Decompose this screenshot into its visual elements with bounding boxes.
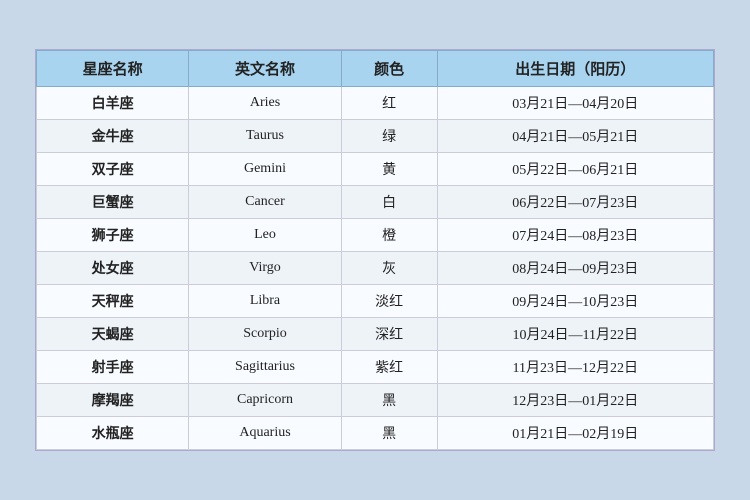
cell-color: 黄 [341, 153, 437, 186]
header-color: 颜色 [341, 51, 437, 87]
table-row: 天蝎座Scorpio深红10月24日—11月22日 [37, 318, 714, 351]
cell-chinese-name: 狮子座 [37, 219, 189, 252]
cell-chinese-name: 天秤座 [37, 285, 189, 318]
cell-english-name: Virgo [189, 252, 341, 285]
cell-dates: 08月24日—09月23日 [437, 252, 713, 285]
zodiac-table: 星座名称 英文名称 颜色 出生日期（阳历） 白羊座Aries红03月21日—04… [36, 50, 714, 450]
cell-dates: 12月23日—01月22日 [437, 384, 713, 417]
cell-chinese-name: 双子座 [37, 153, 189, 186]
table-row: 巨蟹座Cancer白06月22日—07月23日 [37, 186, 714, 219]
cell-color: 黑 [341, 417, 437, 450]
zodiac-table-container: 星座名称 英文名称 颜色 出生日期（阳历） 白羊座Aries红03月21日—04… [35, 49, 715, 451]
cell-chinese-name: 金牛座 [37, 120, 189, 153]
cell-english-name: Leo [189, 219, 341, 252]
header-chinese-name: 星座名称 [37, 51, 189, 87]
cell-color: 红 [341, 87, 437, 120]
cell-color: 橙 [341, 219, 437, 252]
table-row: 白羊座Aries红03月21日—04月20日 [37, 87, 714, 120]
cell-english-name: Libra [189, 285, 341, 318]
cell-color: 黑 [341, 384, 437, 417]
cell-color: 深红 [341, 318, 437, 351]
cell-dates: 07月24日—08月23日 [437, 219, 713, 252]
table-header-row: 星座名称 英文名称 颜色 出生日期（阳历） [37, 51, 714, 87]
cell-english-name: Gemini [189, 153, 341, 186]
table-row: 水瓶座Aquarius黑01月21日—02月19日 [37, 417, 714, 450]
cell-dates: 04月21日—05月21日 [437, 120, 713, 153]
table-row: 双子座Gemini黄05月22日—06月21日 [37, 153, 714, 186]
cell-english-name: Taurus [189, 120, 341, 153]
cell-english-name: Scorpio [189, 318, 341, 351]
cell-chinese-name: 处女座 [37, 252, 189, 285]
cell-english-name: Aries [189, 87, 341, 120]
cell-dates: 03月21日—04月20日 [437, 87, 713, 120]
cell-dates: 09月24日—10月23日 [437, 285, 713, 318]
table-row: 处女座Virgo灰08月24日—09月23日 [37, 252, 714, 285]
cell-color: 淡红 [341, 285, 437, 318]
cell-chinese-name: 白羊座 [37, 87, 189, 120]
cell-color: 灰 [341, 252, 437, 285]
table-body: 白羊座Aries红03月21日—04月20日金牛座Taurus绿04月21日—0… [37, 87, 714, 450]
cell-chinese-name: 射手座 [37, 351, 189, 384]
cell-color: 绿 [341, 120, 437, 153]
cell-english-name: Aquarius [189, 417, 341, 450]
cell-english-name: Sagittarius [189, 351, 341, 384]
cell-dates: 06月22日—07月23日 [437, 186, 713, 219]
cell-chinese-name: 摩羯座 [37, 384, 189, 417]
cell-dates: 10月24日—11月22日 [437, 318, 713, 351]
cell-color: 紫红 [341, 351, 437, 384]
cell-chinese-name: 巨蟹座 [37, 186, 189, 219]
cell-chinese-name: 水瓶座 [37, 417, 189, 450]
cell-dates: 05月22日—06月21日 [437, 153, 713, 186]
cell-chinese-name: 天蝎座 [37, 318, 189, 351]
header-dates: 出生日期（阳历） [437, 51, 713, 87]
cell-dates: 11月23日—12月22日 [437, 351, 713, 384]
cell-dates: 01月21日—02月19日 [437, 417, 713, 450]
cell-english-name: Cancer [189, 186, 341, 219]
table-row: 金牛座Taurus绿04月21日—05月21日 [37, 120, 714, 153]
header-english-name: 英文名称 [189, 51, 341, 87]
table-row: 狮子座Leo橙07月24日—08月23日 [37, 219, 714, 252]
table-row: 射手座Sagittarius紫红11月23日—12月22日 [37, 351, 714, 384]
cell-english-name: Capricorn [189, 384, 341, 417]
cell-color: 白 [341, 186, 437, 219]
table-row: 摩羯座Capricorn黑12月23日—01月22日 [37, 384, 714, 417]
table-row: 天秤座Libra淡红09月24日—10月23日 [37, 285, 714, 318]
